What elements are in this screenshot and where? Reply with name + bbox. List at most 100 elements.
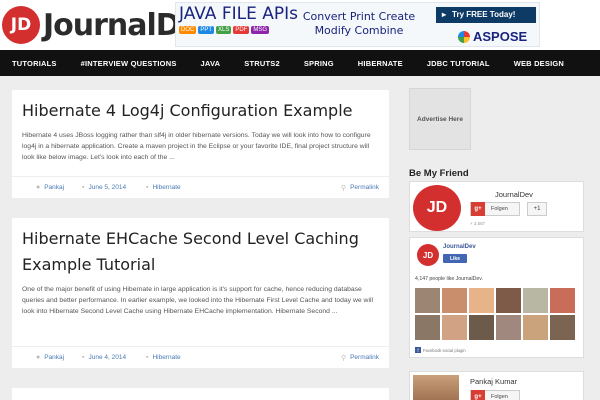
folder-icon: ▪: [146, 354, 149, 361]
post-date[interactable]: ▪ June 5, 2014: [82, 184, 126, 191]
post-card: Hibernate 4 Log4j Configuration Example …: [12, 90, 389, 198]
nav-item-jdbc-tutorial[interactable]: JDBC TUTORIAL: [415, 59, 502, 68]
folder-icon: ▪: [146, 184, 149, 191]
fb-fan-avatar[interactable]: [469, 288, 494, 313]
ad-document-icons: DOC PPT XLS PDF MSG: [179, 26, 270, 34]
post-permalink-text: Permalink: [350, 354, 379, 361]
post-category-text: Hibernate: [152, 354, 181, 361]
author-name[interactable]: Pankaj Kumar: [470, 377, 517, 386]
journaldev-avatar[interactable]: JD: [413, 185, 461, 231]
nav-item-java[interactable]: JAVA: [189, 59, 233, 68]
fb-fan-avatar[interactable]: [550, 288, 575, 313]
fb-like-count: 4,147 people like JournalDev.: [415, 276, 483, 282]
post-permalink[interactable]: ⚲ Permalink: [341, 354, 379, 362]
gplus-follow-button[interactable]: g+ Folgen: [470, 202, 520, 216]
try-free-button[interactable]: ▸ Try FREE Today!: [436, 7, 536, 23]
arrow-right-icon: ▸: [442, 10, 447, 19]
doc-icon: DOC: [179, 26, 197, 34]
post-card: Hibernate EHCache Second Level Caching E…: [12, 218, 389, 368]
post-permalink[interactable]: ⚲ Permalink: [341, 184, 379, 192]
ppt-icon: PPT: [198, 26, 215, 34]
calendar-icon: ▪: [82, 184, 85, 191]
fb-page-avatar[interactable]: JD: [417, 244, 439, 266]
post-meta: ● Pankaj ▪ June 4, 2014 ▪ Hibernate ⚲ Pe…: [12, 346, 389, 368]
advertise-label: Advertise Here: [417, 115, 463, 123]
aspose-brand-text: ASPOSE: [473, 29, 528, 44]
advertise-here-box[interactable]: Advertise Here: [409, 88, 471, 150]
fb-fan-avatar[interactable]: [496, 315, 521, 340]
author-photo[interactable]: [413, 375, 459, 400]
author-follow-button[interactable]: g+ Folgen: [470, 390, 520, 400]
post-excerpt: Hibernate 4 uses JBoss logging rather th…: [22, 132, 371, 161]
user-icon: ●: [36, 354, 41, 361]
post-meta: ● Pankaj ▪ June 5, 2014 ▪ Hibernate ⚲ Pe…: [12, 176, 389, 198]
post-author[interactable]: ● Pankaj: [36, 184, 64, 191]
fb-fan-avatar[interactable]: [469, 315, 494, 340]
nav-item-spring[interactable]: SPRING: [292, 59, 346, 68]
post-author[interactable]: ● Pankaj: [36, 354, 64, 361]
nav-item-web-design[interactable]: WEB DESIGN: [502, 59, 576, 68]
fb-like-label: Like: [449, 255, 460, 262]
site-header: JD JournalDev JAVA FILE APIs DOC PPT XLS…: [0, 0, 600, 50]
post-date-text: June 4, 2014: [88, 354, 127, 361]
google-plus-icon: g+: [471, 390, 485, 400]
post-date[interactable]: ▪ June 4, 2014: [82, 354, 126, 361]
aspose-logo-icon: [458, 30, 470, 43]
nav-item-tutorials[interactable]: TUTORIALS: [0, 59, 69, 68]
post-permalink-text: Permalink: [350, 184, 379, 191]
pdf-icon: PDF: [233, 26, 250, 34]
facebook-like-box: JD JournalDev Like 4,147 people like Jou…: [409, 237, 584, 358]
xls-icon: XLS: [216, 26, 232, 34]
gplus-page-name[interactable]: JournalDev: [495, 190, 533, 199]
link-icon: ⚲: [340, 184, 347, 192]
ad-actions: Convert Print Create Modify Combine: [294, 10, 424, 38]
calendar-icon: ▪: [82, 354, 85, 361]
post-excerpt: One of the major benefit of using Hibern…: [22, 286, 373, 315]
widget-title: Be My Friend: [409, 168, 469, 179]
google-plus-badge: JD JournalDev g+ Folgen +1 + 3.587: [409, 181, 584, 232]
fb-fan-avatar[interactable]: [523, 288, 548, 313]
fb-page-name[interactable]: JournalDev: [443, 244, 476, 250]
ad-title: JAVA FILE APIs: [179, 4, 298, 24]
fb-fan-avatar[interactable]: [415, 315, 440, 340]
logo-icon: JD: [2, 6, 40, 44]
fb-fan-avatar[interactable]: [415, 288, 440, 313]
fb-fan-avatar[interactable]: [496, 288, 521, 313]
follow-label: Folgen: [491, 206, 508, 212]
post-card: [12, 388, 389, 400]
post-category-text: Hibernate: [152, 184, 181, 191]
google-plus-icon: g+: [471, 202, 485, 216]
link-icon: ⚲: [340, 354, 347, 362]
post-author-name: Pankaj: [44, 354, 65, 361]
author-gplus-badge: Pankaj Kumar g+ Folgen: [409, 371, 584, 400]
post-title[interactable]: Hibernate 4 Log4j Configuration Example: [12, 90, 389, 124]
post-category[interactable]: ▪ Hibernate: [146, 184, 181, 191]
post-title[interactable]: Hibernate EHCache Second Level Caching E…: [12, 218, 389, 278]
fb-fan-avatar[interactable]: [442, 315, 467, 340]
user-icon: ●: [36, 184, 41, 191]
facebook-icon: f: [415, 347, 421, 353]
fb-like-button[interactable]: Like: [443, 254, 467, 263]
try-free-label: Try FREE Today!: [452, 10, 516, 19]
aspose-brand: ASPOSE: [458, 29, 527, 44]
follow-label: Folgen: [491, 394, 508, 400]
nav-item-interview-questions[interactable]: #INTERVIEW QUESTIONS: [69, 59, 189, 68]
fb-plugin-label: Facebook social plugin: [423, 347, 466, 353]
ad-actions-line1: Convert Print Create: [302, 10, 416, 23]
fb-social-plugin[interactable]: f Facebook social plugin: [415, 347, 466, 353]
msg-icon: MSG: [251, 26, 270, 34]
nav-item-struts2[interactable]: STRUTS2: [232, 59, 292, 68]
gplus-follower-count: + 3.587: [470, 221, 486, 226]
plus-one-button[interactable]: +1: [527, 202, 547, 216]
aspose-ad-banner[interactable]: JAVA FILE APIs DOC PPT XLS PDF MSG Conve…: [175, 2, 540, 47]
fb-fan-avatar[interactable]: [442, 288, 467, 313]
main-nav: TUTORIALS #INTERVIEW QUESTIONS JAVA STRU…: [0, 50, 600, 76]
post-date-text: June 5, 2014: [88, 184, 127, 191]
fb-fan-avatar[interactable]: [550, 315, 575, 340]
fb-fan-avatar[interactable]: [523, 315, 548, 340]
fb-faces-grid: [415, 288, 578, 340]
nav-item-hibernate[interactable]: HIBERNATE: [346, 59, 415, 68]
ad-actions-line2: Modify Combine: [314, 24, 404, 37]
post-author-name: Pankaj: [44, 184, 65, 191]
post-category[interactable]: ▪ Hibernate: [146, 354, 181, 361]
